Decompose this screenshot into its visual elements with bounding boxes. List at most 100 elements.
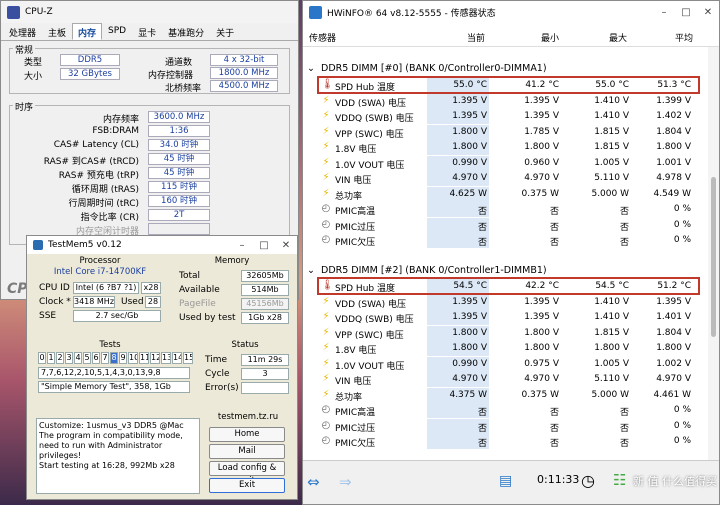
sensor-row[interactable]: ⚡ 1.8V 电压 1.800 V 1.800 V 1.800 V 1.800 V bbox=[303, 341, 709, 357]
test-cell[interactable]: 10 bbox=[128, 352, 138, 364]
processor-group-label: Processor bbox=[79, 256, 121, 266]
section-dimm2[interactable]: ⌄ DDR5 DIMM [#2] (BANK 0/Controller1-DIM… bbox=[307, 265, 547, 276]
test-cell[interactable]: 9 bbox=[119, 352, 127, 364]
home-button[interactable]: Home bbox=[209, 427, 285, 442]
test-cell[interactable]: 12 bbox=[150, 352, 160, 364]
bolt-icon: ⚡ bbox=[322, 110, 330, 121]
test-cell[interactable]: 1 bbox=[47, 352, 55, 364]
sensor-row[interactable]: ⚡ VDDQ (SWB) 电压 1.395 V 1.395 V 1.410 V 1.401… bbox=[303, 310, 709, 326]
tab-cpu[interactable]: 处理器 bbox=[3, 23, 42, 40]
mail-button[interactable]: Mail bbox=[209, 444, 285, 459]
test-cell[interactable]: 6 bbox=[92, 352, 100, 364]
col-avg[interactable]: 平均 bbox=[675, 31, 693, 44]
tab-about[interactable]: 关于 bbox=[210, 23, 240, 40]
nav-arrows-icon[interactable]: ⇒ bbox=[339, 473, 352, 491]
sensor-row[interactable]: ⚡ VIN 电压 4.970 V 4.970 V 5.110 V 4.978 V bbox=[303, 171, 709, 187]
sensor-row[interactable]: ⚡ 总功率 4.625 W 0.375 W 5.000 W 4.549 W bbox=[303, 186, 709, 203]
test-cell[interactable]: 14 bbox=[172, 352, 182, 364]
sensor-row[interactable]: ◴ PMIC高温 否 否 否 0 % bbox=[303, 403, 709, 419]
bolt-icon: ⚡ bbox=[322, 125, 330, 137]
minimize-icon[interactable]: – bbox=[231, 240, 253, 251]
maximize-icon[interactable]: □ bbox=[675, 7, 697, 18]
cpuz-title: CPU-Z bbox=[25, 7, 53, 17]
bolt-icon: ⚡ bbox=[322, 311, 330, 322]
value-max: 1.815 V bbox=[594, 126, 629, 137]
test-cell[interactable]: 7 bbox=[101, 352, 109, 364]
bolt-icon: ⚡ bbox=[322, 172, 330, 183]
cpu-model: Intel Core i7-14700KF bbox=[53, 267, 147, 277]
sensor-row[interactable]: ◴ PMIC欠压 否 否 否 0 % bbox=[303, 233, 709, 249]
value-current: 1.395 V bbox=[427, 294, 489, 310]
sensor-row[interactable]: ◴ PMIC过压 否 否 否 0 % bbox=[303, 217, 709, 234]
value-min: 0.375 W bbox=[521, 188, 559, 199]
tab-graphics[interactable]: 显卡 bbox=[132, 23, 162, 40]
exit-button[interactable]: Exit bbox=[209, 478, 285, 493]
test-cell[interactable]: 3 bbox=[65, 352, 73, 364]
sensor-row[interactable]: ⚡ 1.0V VOUT 电压 0.990 V 0.975 V 1.005 V 1.002 … bbox=[303, 356, 709, 373]
test-cell[interactable]: 0 bbox=[38, 352, 46, 364]
tab-bench[interactable]: 基准跑分 bbox=[162, 23, 210, 40]
report-icon[interactable]: ☷ bbox=[613, 471, 626, 489]
cpuid-value: Intel (6 ?B7 ?1) bbox=[73, 282, 139, 294]
collapse-icon[interactable]: ⌄ bbox=[307, 63, 315, 74]
value-max: 1.815 V bbox=[594, 142, 629, 152]
col-max[interactable]: 最大 bbox=[609, 31, 627, 44]
sensor-row[interactable]: ◴ PMIC过压 否 否 否 0 % bbox=[303, 418, 709, 435]
sensor-name: VDDQ (SWB) 电压 bbox=[335, 315, 414, 325]
test-cell[interactable]: 11 bbox=[139, 352, 149, 364]
load-config-exit-button[interactable]: Load config & exit bbox=[209, 461, 285, 486]
scrollbar[interactable] bbox=[708, 47, 719, 461]
sensor-row[interactable]: ⚡ VPP (SWC) 电压 1.800 V 1.800 V 1.815 V 1.804 … bbox=[303, 325, 709, 342]
section-dimm0[interactable]: ⌄ DDR5 DIMM [#0] (BANK 0/Controller0-DIM… bbox=[307, 63, 547, 74]
value-avg: 4.978 V bbox=[656, 173, 691, 183]
value-current: 1.800 V bbox=[427, 325, 489, 341]
maximize-icon[interactable]: □ bbox=[253, 240, 275, 251]
sensor-row[interactable]: ⚡ VIN 电压 4.970 V 4.970 V 5.110 V 4.970 V bbox=[303, 372, 709, 388]
log-textarea[interactable]: Customize: 1usmus_v3 DDR5 @Mac The progr… bbox=[36, 418, 200, 494]
test-cell[interactable]: 2 bbox=[56, 352, 64, 364]
clock-icon: ◴ bbox=[321, 234, 331, 245]
sensor-row[interactable]: ⚡ VDD (SWA) 电压 1.395 V 1.395 V 1.410 V 1.399 … bbox=[303, 93, 709, 110]
col-min[interactable]: 最小 bbox=[541, 31, 559, 44]
sensor-row[interactable]: ⚡ 总功率 4.375 W 0.375 W 5.000 W 4.461 W bbox=[303, 387, 709, 404]
nav-arrows-icon[interactable]: ⇔ bbox=[307, 473, 320, 491]
value-max: 1.005 V bbox=[594, 157, 629, 168]
sensor-row[interactable]: ⚡ VDD (SWA) 电压 1.395 V 1.395 V 1.410 V 1.395 … bbox=[303, 294, 709, 311]
value-current: 0.990 V bbox=[427, 356, 489, 372]
test-cell[interactable]: 4 bbox=[74, 352, 82, 364]
clock-icon[interactable]: ◷ bbox=[581, 471, 595, 490]
sensor-row[interactable]: ◴ PMIC欠压 否 否 否 0 % bbox=[303, 434, 709, 450]
sensor-row[interactable]: ⚡ 1.0V VOUT 电压 0.990 V 0.960 V 1.005 V 1.001 … bbox=[303, 155, 709, 172]
test-cell[interactable]: 5 bbox=[83, 352, 91, 364]
col-sensor[interactable]: 传感器 bbox=[309, 31, 336, 44]
value-min: 否 bbox=[549, 207, 559, 217]
clock-icon: ◴ bbox=[321, 404, 331, 415]
errors-value bbox=[241, 382, 289, 394]
tab-mainboard[interactable]: 主板 bbox=[42, 23, 72, 40]
mc-value: 1800.0 MHz bbox=[210, 67, 278, 79]
network-icon[interactable]: ▤ bbox=[499, 473, 512, 489]
test-cell[interactable]: 15 bbox=[183, 352, 193, 364]
scrollbar-thumb[interactable] bbox=[711, 177, 716, 337]
value-min: 否 bbox=[549, 222, 559, 233]
close-icon[interactable]: ✕ bbox=[697, 7, 719, 18]
bolt-icon: ⚡ bbox=[322, 156, 330, 168]
timing-value: 160 时钟 bbox=[148, 195, 210, 207]
close-icon[interactable]: ✕ bbox=[275, 240, 297, 251]
clock-icon: ◴ bbox=[321, 419, 331, 431]
sensor-row[interactable]: ⚡ VDDQ (SWB) 电压 1.395 V 1.395 V 1.410 V 1.402… bbox=[303, 109, 709, 125]
tab-memory[interactable]: 内存 bbox=[72, 23, 103, 40]
test-cell[interactable]: 13 bbox=[161, 352, 171, 364]
test-cell-active[interactable]: 8 bbox=[110, 352, 118, 364]
collapse-icon[interactable]: ⌄ bbox=[307, 265, 315, 276]
sensor-row[interactable]: ⚡ 1.8V 电压 1.800 V 1.800 V 1.815 V 1.800 V bbox=[303, 140, 709, 156]
col-current[interactable]: 当前 bbox=[467, 31, 485, 44]
tab-spd[interactable]: SPD bbox=[102, 23, 132, 40]
sensor-row[interactable]: ◴ PMIC高温 否 否 否 0 % bbox=[303, 202, 709, 218]
value-current: 1.395 V bbox=[427, 93, 489, 109]
sensor-row[interactable]: ⚡ VPP (SWC) 电压 1.800 V 1.785 V 1.815 V 1.804 … bbox=[303, 124, 709, 141]
clock-label: Clock * bbox=[39, 297, 71, 307]
minimize-icon[interactable]: – bbox=[653, 7, 675, 18]
value-avg: 1.804 V bbox=[656, 327, 691, 338]
value-avg: 1.395 V bbox=[656, 296, 691, 307]
